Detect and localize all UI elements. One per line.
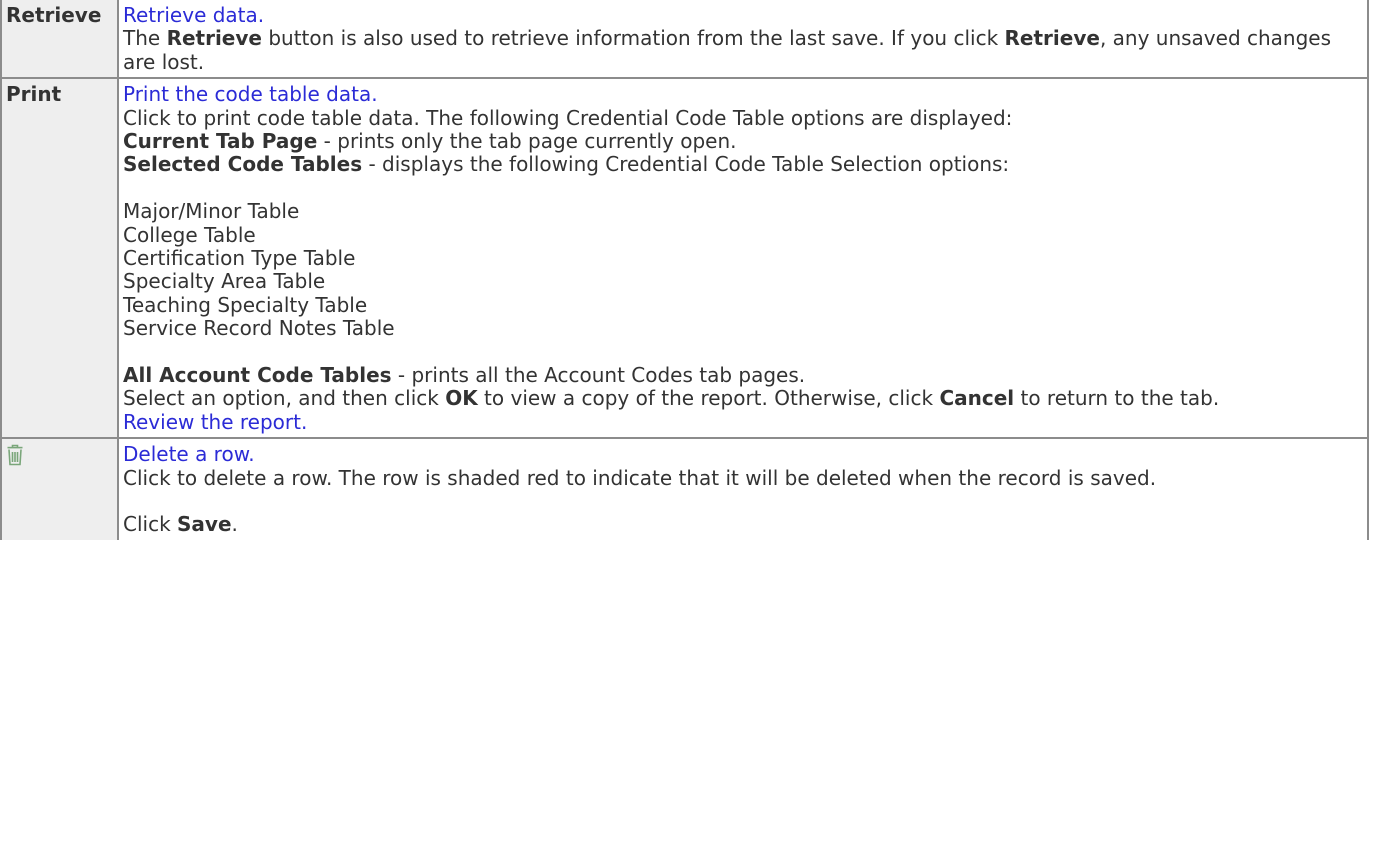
list-item: Major/Minor Table <box>123 199 300 224</box>
review-report-link[interactable]: Review the report. <box>123 410 307 434</box>
option-all-tables: All Account Code Tables - prints all the… <box>123 363 806 388</box>
trash-icon <box>6 444 24 466</box>
print-code-table-link[interactable]: Print the code table data. <box>123 82 378 106</box>
list-item: Certification Type Table <box>123 246 356 271</box>
print-description: Print the code table data. Click to prin… <box>117 77 1369 440</box>
code-table-list: Major/Minor Table College Table Certific… <box>123 200 1363 340</box>
retrieve-description: Retrieve data. The Retrieve button is al… <box>117 0 1369 80</box>
delete-icon-cell <box>0 437 119 540</box>
retrieve-data-link[interactable]: Retrieve data. <box>123 3 264 27</box>
row-print: Print Print the code table data. Click t… <box>0 77 1369 440</box>
list-item: Service Record Notes Table <box>123 316 395 341</box>
retrieve-text: The Retrieve button is also used to retr… <box>123 26 1332 74</box>
print-intro: Click to print code table data. The foll… <box>123 105 1013 130</box>
retrieve-button-name: Retrieve <box>0 0 119 80</box>
row-delete: Delete a row. Click to delete a row. The… <box>0 437 1369 540</box>
delete-text: Click to delete a row. The row is shaded… <box>123 465 1157 490</box>
print-button-name: Print <box>0 77 119 440</box>
list-item: Specialty Area Table <box>123 269 326 294</box>
row-retrieve: Retrieve Retrieve data. The Retrieve but… <box>0 0 1369 80</box>
button-reference-table: Retrieve Retrieve data. The Retrieve but… <box>0 0 1369 540</box>
save-instruction: Click Save. <box>123 512 238 537</box>
list-item: College Table <box>123 222 256 247</box>
list-item: Teaching Specialty Table <box>123 292 368 317</box>
delete-description: Delete a row. Click to delete a row. The… <box>117 437 1369 540</box>
option-current-tab: Current Tab Page - prints only the tab p… <box>123 129 737 154</box>
delete-row-link[interactable]: Delete a row. <box>123 442 255 466</box>
select-instructions: Select an option, and then click OK to v… <box>123 386 1220 411</box>
option-selected-tables: Selected Code Tables - displays the foll… <box>123 152 1010 177</box>
